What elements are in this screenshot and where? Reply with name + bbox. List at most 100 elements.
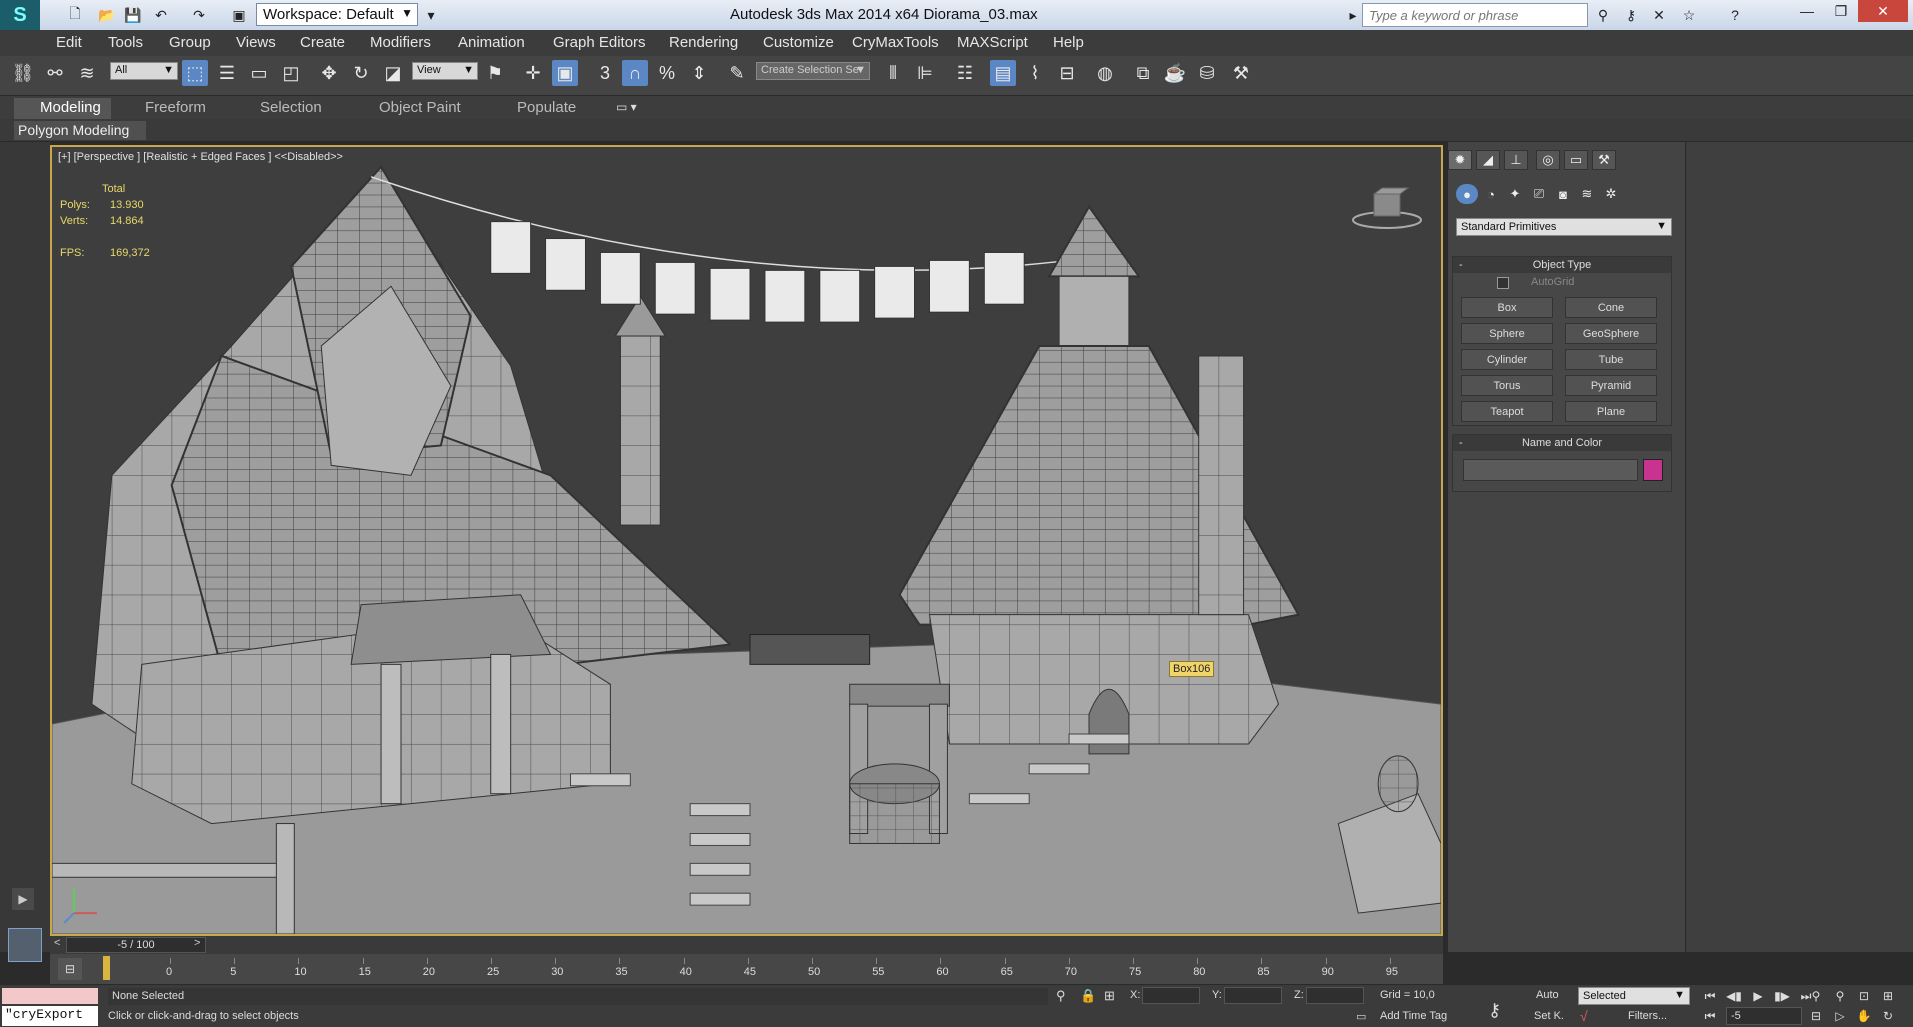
selection-lock-icon[interactable]: 🔒 — [1080, 988, 1096, 1004]
set-key-icon[interactable]: ⚷ — [1488, 1000, 1501, 1021]
perspective-viewport[interactable]: [+] [Perspective ] [Realistic + Edged Fa… — [50, 145, 1443, 936]
tab-object-paint[interactable]: Object Paint — [379, 99, 461, 116]
viewport-thumbnail[interactable] — [8, 928, 42, 962]
display-tab-icon[interactable]: ▭ — [1564, 150, 1588, 170]
curve-editor-icon[interactable]: ⌇ — [1022, 60, 1048, 86]
subscription-icon[interactable]: ⚷ — [1620, 4, 1642, 26]
x-coordinate-field[interactable] — [1142, 987, 1200, 1004]
orbit-icon[interactable]: ↻ — [1878, 1007, 1898, 1025]
align-icon[interactable]: ⊫ — [912, 60, 938, 86]
go-to-start-icon[interactable]: ⏮ — [1700, 987, 1720, 1005]
help-icon[interactable]: ? — [1724, 4, 1746, 26]
minimize-icon[interactable]: — — [1790, 0, 1824, 22]
zoom-extents-all-icon[interactable]: ⊞ — [1878, 987, 1898, 1005]
space-warps-icon[interactable]: ≋ — [1576, 184, 1598, 204]
save-file-icon[interactable]: 💾 — [122, 4, 144, 26]
menu-tools[interactable]: Tools — [108, 34, 143, 51]
binoculars-icon[interactable]: ⚲ — [1592, 4, 1614, 26]
menu-views[interactable]: Views — [236, 34, 276, 51]
menu-help[interactable]: Help — [1053, 34, 1084, 51]
rendered-frame-window-icon[interactable]: ☕ — [1162, 60, 1188, 86]
field-of-view-icon[interactable]: ▷ — [1830, 1007, 1850, 1025]
render-production-icon[interactable]: ⛁ — [1194, 60, 1220, 86]
set-key-button[interactable]: Set K. — [1534, 1010, 1564, 1022]
menu-animation[interactable]: Animation — [458, 34, 525, 51]
tab-modeling[interactable]: Modeling — [14, 98, 111, 119]
select-object-icon[interactable]: ⬚ — [182, 60, 208, 86]
key-mode-toggle-icon[interactable]: ⏮ — [1700, 1007, 1720, 1025]
y-coordinate-field[interactable] — [1224, 987, 1282, 1004]
close-icon[interactable]: ✕ — [1858, 0, 1908, 22]
select-manipulate-icon[interactable]: ✛ — [520, 60, 546, 86]
menu-customize[interactable]: Customize — [763, 34, 834, 51]
next-frame-icon[interactable]: ▮▶ — [1772, 987, 1792, 1005]
teapot-button[interactable]: Teapot — [1461, 401, 1553, 422]
select-by-name-icon[interactable]: ☰ — [214, 60, 240, 86]
plane-button[interactable]: Plane — [1565, 401, 1657, 422]
scale-icon[interactable]: ◪ — [380, 60, 406, 86]
geosphere-button[interactable]: GeoSphere — [1565, 323, 1657, 344]
keyboard-shortcut-override-icon[interactable]: ▣ — [552, 60, 578, 86]
play-animation-icon[interactable]: ▶ — [1748, 987, 1768, 1005]
viewport-label[interactable]: [+] [Perspective ] [Realistic + Edged Fa… — [58, 151, 343, 163]
tab-selection[interactable]: Selection — [260, 99, 322, 116]
object-color-swatch[interactable] — [1643, 459, 1663, 481]
schematic-view-icon[interactable]: ⊟ — [1054, 60, 1080, 86]
utilities-tab-icon[interactable]: ⚒ — [1592, 150, 1616, 170]
time-tag-icon[interactable]: ▭ — [1356, 1010, 1366, 1023]
isolate-icon[interactable]: ⚲ — [1056, 988, 1066, 1004]
ribbon-options-icon[interactable]: ▭ ▾ — [616, 100, 637, 114]
create-tab-icon[interactable]: ✹ — [1448, 150, 1472, 170]
menu-edit[interactable]: Edit — [56, 34, 82, 51]
pivot-center-icon[interactable]: ⚑ — [482, 60, 508, 86]
name-and-color-header[interactable]: - Name and Color — [1453, 435, 1671, 451]
link-icon[interactable]: ⛓ — [10, 60, 36, 86]
workspace-dropdown[interactable]: Workspace: Default ▼ — [256, 3, 418, 26]
tab-populate[interactable]: Populate — [517, 99, 576, 116]
edit-named-selection-icon[interactable]: ✎ — [724, 60, 750, 86]
rotate-icon[interactable]: ↻ — [348, 60, 374, 86]
sphere-button[interactable]: Sphere — [1461, 323, 1553, 344]
search-expand-icon[interactable]: ▸ — [1342, 4, 1364, 26]
menu-group[interactable]: Group — [169, 34, 211, 51]
time-slider-next-icon[interactable]: > — [194, 937, 200, 949]
add-time-tag-button[interactable]: Add Time Tag — [1380, 1010, 1447, 1022]
pyramid-button[interactable]: Pyramid — [1565, 375, 1657, 396]
menu-rendering[interactable]: Rendering — [669, 34, 738, 51]
cone-button[interactable]: Cone — [1565, 297, 1657, 318]
modify-tab-icon[interactable]: ◢ — [1476, 150, 1500, 170]
polygon-modeling-panel[interactable]: Polygon Modeling — [14, 121, 146, 140]
menu-graph-editors[interactable]: Graph Editors — [553, 34, 646, 51]
object-name-input[interactable] — [1463, 459, 1638, 481]
menu-modifiers[interactable]: Modifiers — [370, 34, 431, 51]
box-button[interactable]: Box — [1461, 297, 1553, 318]
render-setup-icon[interactable]: ⧉ — [1130, 60, 1156, 86]
lights-icon[interactable]: ✦ — [1504, 184, 1526, 204]
layer-manager-icon[interactable]: ☷ — [952, 60, 978, 86]
curve-editor-toggle-icon[interactable]: ⊟ — [58, 958, 82, 980]
geometry-icon[interactable]: ● — [1456, 184, 1478, 204]
motion-tab-icon[interactable]: ◎ — [1536, 150, 1560, 170]
autogrid-checkbox[interactable] — [1497, 277, 1509, 289]
object-type-header[interactable]: - Object Type — [1453, 257, 1671, 273]
pan-view-icon[interactable]: ✋ — [1854, 1007, 1874, 1025]
menu-create[interactable]: Create — [300, 34, 345, 51]
systems-icon[interactable]: ✲ — [1600, 184, 1622, 204]
shapes-icon[interactable]: ◔ — [1480, 184, 1502, 204]
spinner-snap-icon[interactable]: ⇕ — [686, 60, 712, 86]
zoom-extents-icon[interactable]: ⊡ — [1854, 987, 1874, 1005]
auto-key-button[interactable]: Auto — [1536, 989, 1559, 1001]
cylinder-button[interactable]: Cylinder — [1461, 349, 1553, 370]
move-icon[interactable]: ✥ — [316, 60, 342, 86]
snaps-toggle-icon[interactable]: 3 — [592, 60, 618, 86]
redo-icon[interactable]: ↷ — [188, 4, 210, 26]
zoom-icon[interactable]: ⚲ — [1806, 987, 1826, 1005]
current-frame-field[interactable]: -5 — [1726, 1007, 1802, 1025]
cameras-icon[interactable]: ⎚ — [1528, 184, 1550, 204]
quick-access-dropdown-icon[interactable]: ▾ — [420, 4, 442, 26]
rectangular-selection-icon[interactable]: ▭ — [246, 60, 272, 86]
helpers-icon[interactable]: ◙ — [1552, 184, 1574, 204]
tab-freeform[interactable]: Freeform — [145, 99, 206, 116]
percent-snap-icon[interactable]: % — [654, 60, 680, 86]
time-slider-thumb[interactable]: -5 / 100 — [66, 937, 206, 953]
